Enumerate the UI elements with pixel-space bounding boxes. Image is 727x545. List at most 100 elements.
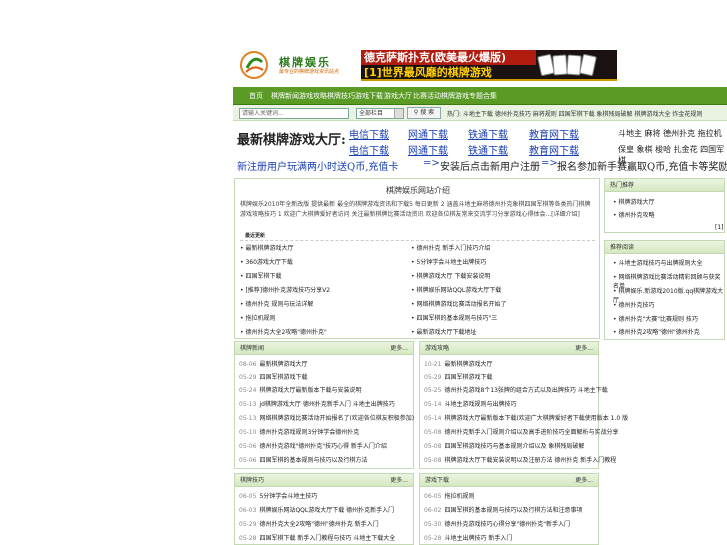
edu-download-link-2[interactable]: 教育网下载 bbox=[529, 142, 579, 157]
list-item[interactable]: 05-29 四国军棋游戏下载 bbox=[239, 372, 307, 381]
nav-item-events[interactable]: 比赛活动 bbox=[413, 91, 441, 101]
list-item[interactable]: 05-24 棋牌游戏大厅最新版本下载与安装说明 bbox=[239, 385, 361, 394]
list-item[interactable]: 05-29 四国军棋游戏下载 bbox=[424, 372, 492, 381]
box-title: 棋牌新闻 bbox=[240, 345, 265, 352]
more-link[interactable]: 更多... bbox=[575, 474, 593, 487]
edu-download-link[interactable]: 教育网下载 bbox=[529, 126, 579, 141]
list-item[interactable]: • 德州扑克 规则与玩法详解 bbox=[240, 299, 313, 308]
list-item[interactable]: • 德州扑克大全2攻略"德州扑克" bbox=[240, 327, 327, 336]
ad-banner[interactable]: 德克萨斯扑克(欧美最火爆版) [1]世界最风靡的棋牌游戏 bbox=[361, 50, 617, 81]
list-item[interactable]: 06-05 拖拉机规则 bbox=[424, 491, 474, 500]
netcom-download-link[interactable]: 网通下载 bbox=[408, 126, 448, 141]
nav-item-home[interactable]: 首页 bbox=[249, 91, 263, 101]
chevron-down-icon bbox=[394, 109, 403, 118]
news-box-4: 游戏下载 更多... 06-05 拖拉机规则 06-02 四国军棋的基本规则与技巧以及… bbox=[419, 473, 599, 545]
more-link[interactable]: 更多... bbox=[390, 474, 408, 487]
list-item[interactable]: 05-14 斗地主游戏规则与出牌技巧 bbox=[424, 399, 516, 408]
list-item[interactable]: 05-06 四国军棋的基本规则与技巧以及行棋方法 bbox=[239, 455, 367, 464]
nav-item-games[interactable]: 棋牌游戏 bbox=[441, 91, 469, 101]
box-header: 棋牌新闻 更多... bbox=[235, 342, 413, 355]
promo-tournament[interactable]: 报名参加新手赛赢取Q币,充值卡等奖励 bbox=[557, 158, 727, 173]
promo-bar: 新注册用户玩满两小时送Q币,充值卡 => 安装后点击新用户注册 => 报名参加新… bbox=[233, 158, 727, 174]
list-item[interactable]: 05-06 德州扑克游戏"德州扑克"技巧心得 新手入门介绍 bbox=[239, 441, 387, 450]
nav-item-tips[interactable]: 棋牌技巧 bbox=[327, 91, 355, 101]
list-item[interactable]: 08-06 最新棋牌游戏大厅 bbox=[239, 359, 307, 368]
promo-install[interactable]: 安装后点击新用户注册 bbox=[440, 158, 540, 173]
logo-icon bbox=[240, 51, 268, 79]
nav-item-download[interactable]: 游戏下载 bbox=[355, 91, 383, 101]
search-category-select[interactable]: 全部栏目 bbox=[356, 108, 404, 119]
list-item[interactable]: • 网络棋牌游戏比赛活动报名开始了 bbox=[411, 299, 506, 308]
search-button[interactable]: ⚲ 搜 索 bbox=[407, 107, 441, 119]
hot-recommend-box: 热门推荐 • 棋牌游戏大厅 • 德州扑克攻略 [1] bbox=[604, 178, 725, 233]
list-item[interactable]: 05-28 斗地主出牌技巧 新手入门 bbox=[424, 533, 512, 542]
list-item[interactable]: • 最新游戏大厅下载地址 bbox=[411, 327, 476, 336]
box-header: 棋牌技巧 更多... bbox=[235, 474, 413, 487]
telecom-download-link[interactable]: 电信下载 bbox=[349, 126, 389, 141]
more-link[interactable]: 更多... bbox=[575, 342, 593, 355]
hot-keywords[interactable]: 热门: 斗地主下载 德州扑克技巧 麻将规则 四国军棋下载 象棋残局破解 棋牌游戏… bbox=[447, 109, 702, 118]
tietong-download-link-2[interactable]: 铁通下载 bbox=[468, 142, 508, 157]
promo-register[interactable]: 新注册用户玩满两小时送Q币,充值卡 bbox=[237, 158, 398, 173]
list-item[interactable]: 05-13 网络棋牌游戏比赛活动开始报名了(欢迎各位棋友积极参加) bbox=[239, 413, 414, 422]
list-item[interactable]: 05-08 德州扑克新手入门规则介绍以及高手进阶技巧全面解析与实战分享 bbox=[424, 427, 618, 436]
list-item[interactable]: 05-25 德州扑克游戏8个13张牌的组合方式以及出牌技巧 斗地主下载 bbox=[424, 385, 608, 394]
recommended-reading-box: 推荐阅读 • 斗地主游戏技巧与出牌规则大全 • 网络棋牌游戏比赛活动精彩回顾与获… bbox=[604, 240, 725, 340]
download-title: 最新棋牌游戏大厅: bbox=[237, 133, 346, 148]
list-item[interactable]: • 棋牌游戏大厅 下载安装说明 bbox=[411, 271, 490, 280]
list-item[interactable]: 05-08 棋牌游戏大厅下载安装说明以及注册方法 德州扑克 新手入门教程 bbox=[424, 455, 616, 464]
list-item[interactable]: 05-14 棋牌游戏大厅最新版本下载(欢迎广大棋牌爱好者下载使用版本 1.0 版 bbox=[424, 413, 628, 422]
main-nav: 首页 棋牌新闻 游戏攻略 棋牌技巧 游戏下载 游戏大厅 比赛活动 棋牌游戏 专题… bbox=[233, 87, 727, 105]
list-item[interactable]: 05-10 德州扑克游戏规则3分钟学会德州扑克 bbox=[239, 427, 359, 436]
list-item[interactable]: 06-03 棋牌娱乐网站QQL游戏大厅下载 德州扑克新手入门 bbox=[239, 505, 394, 514]
tietong-download-link[interactable]: 铁通下载 bbox=[468, 126, 508, 141]
list-item[interactable]: 05-28 四国军棋下载 新手入门教程与技巧 斗地主下载大全 bbox=[239, 533, 395, 542]
list-item[interactable]: • 德州扑克2攻略"德州"德州扑克 bbox=[613, 327, 700, 336]
nav-item-news[interactable]: 棋牌新闻 bbox=[271, 91, 299, 101]
page: 棋牌娱乐 最专业的棋牌游戏资讯站点 德克萨斯扑克(欧美最火爆版) [1]世界最风… bbox=[233, 0, 727, 545]
box-header: 游戏攻略 更多... bbox=[420, 342, 598, 355]
list-item[interactable]: • 5分钟学会斗地主出牌技巧 bbox=[411, 257, 486, 266]
list-item[interactable]: • 最新棋牌游戏大厅 bbox=[240, 243, 293, 252]
intro-text: 棋牌娱乐2010年全新改版 提供最新 最全的棋牌游戏资讯和下载5 每日更新 2 … bbox=[240, 201, 591, 218]
list-item[interactable]: 06-05 5分钟学会斗地主技巧 bbox=[239, 491, 317, 500]
list-item[interactable]: • 德州扑克攻略 bbox=[613, 210, 654, 219]
list-item[interactable]: 06-02 四国军棋的基本规则与技巧以及行棋方法和注意事项 bbox=[424, 505, 582, 514]
search-input[interactable]: 请输入关键词... bbox=[239, 108, 349, 119]
nav-item-topics[interactable]: 专题合集 bbox=[469, 91, 497, 101]
telecom-download-link-2[interactable]: 电信下载 bbox=[349, 142, 389, 157]
search-bar: 请输入关键词... 全部栏目 ⚲ 搜 索 热门: 斗地主下载 德州扑克技巧 麻将… bbox=[233, 105, 727, 121]
list-item[interactable]: • [推荐]德州扑克游戏技巧分享V2 bbox=[240, 285, 330, 294]
more-link[interactable]: 更多... bbox=[390, 342, 408, 355]
list-item[interactable]: • 斗地主游戏技巧与出牌规则大全 bbox=[613, 258, 702, 267]
list-item[interactable]: • 360游戏大厅下载 bbox=[240, 257, 293, 266]
list-item[interactable]: 10-21 最新棋牌游戏大厅 bbox=[424, 359, 492, 368]
list-item[interactable]: 05-30 德州扑克游戏技巧心得分享"德州扑克"新手入门 bbox=[424, 519, 570, 528]
list-item[interactable]: • 德州扑克技巧 bbox=[613, 300, 654, 309]
list-item[interactable]: • 德州扑克"大赛"比赛规则 技巧 bbox=[613, 314, 698, 323]
page-indicator[interactable]: [1] bbox=[715, 224, 724, 231]
playing-cards-icon bbox=[537, 53, 611, 77]
list-item[interactable]: • 棋牌娱乐网站QQL游戏大厅下载 bbox=[411, 285, 501, 294]
list-item[interactable]: • 拖拉机规则 bbox=[240, 313, 275, 322]
search-icon: ⚲ bbox=[413, 109, 419, 116]
list-item[interactable]: • 德州扑克 新手入门技巧介绍 bbox=[411, 243, 490, 252]
list-item[interactable]: 05-29 德州扑克大全2攻略"德州"德州扑克 新手入门 bbox=[239, 519, 379, 528]
box-title: 热门推荐 bbox=[605, 179, 724, 192]
divider bbox=[240, 240, 595, 241]
list-item[interactable]: • 四国军棋下载 bbox=[240, 271, 281, 280]
box-title: 推荐阅读 bbox=[605, 241, 724, 254]
intro-title: 棋牌娱乐网站介绍 bbox=[386, 186, 450, 195]
nav-item-guides[interactable]: 游戏攻略 bbox=[299, 91, 327, 101]
box-header: 游戏下载 更多... bbox=[420, 474, 598, 487]
list-item[interactable]: 05-13 jd棋牌游戏大厅 德州扑克新手入门 斗地主出牌技巧 bbox=[239, 399, 395, 408]
arrow-icon: => bbox=[423, 158, 440, 169]
list-item[interactable]: • 四国军棋的基本规则与技巧"三 bbox=[411, 313, 497, 322]
site-logo[interactable]: 棋牌娱乐 最专业的棋牌游戏资讯站点 bbox=[239, 50, 349, 80]
list-item[interactable]: 05-08 四国军棋游戏技巧与基本规则介绍以及 象棋残局破解 bbox=[424, 441, 584, 450]
game-list-row1[interactable]: 斗地主 麻将 德州扑克 拖拉机 bbox=[618, 128, 722, 139]
list-item[interactable]: • 棋牌游戏大厅 bbox=[613, 197, 654, 206]
banner-line1: 德克萨斯扑克(欧美最火爆版) bbox=[361, 50, 536, 65]
netcom-download-link-2[interactable]: 网通下载 bbox=[408, 142, 448, 157]
nav-item-lobby[interactable]: 游戏大厅 bbox=[384, 91, 412, 101]
